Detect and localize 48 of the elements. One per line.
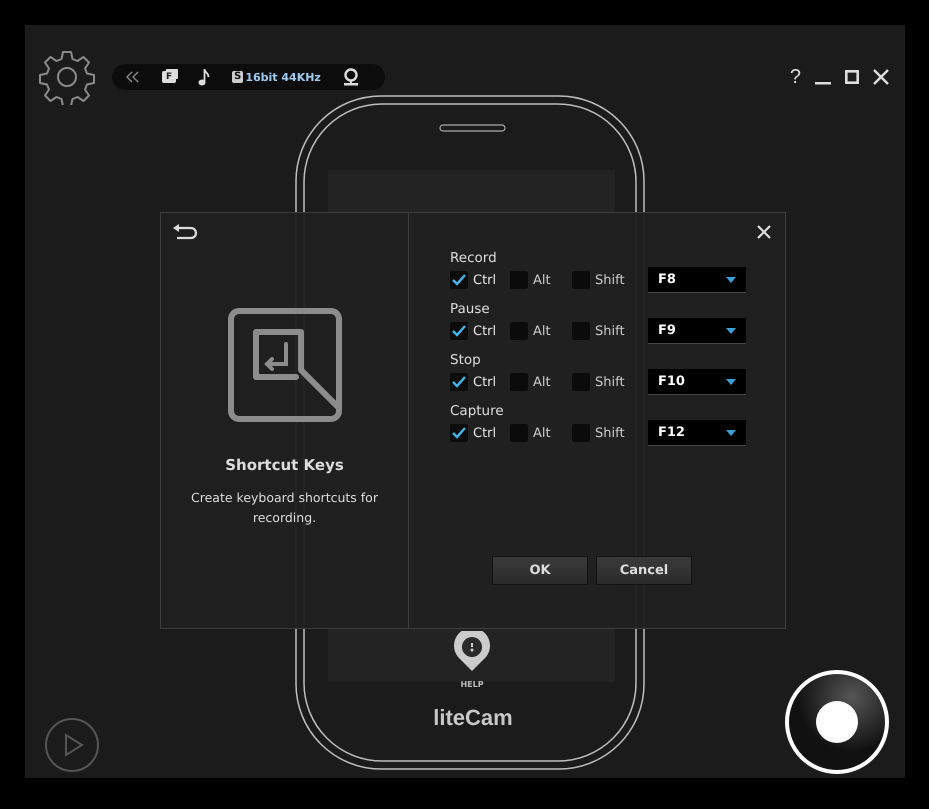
modifier-checkbox[interactable]: Ctrl	[450, 271, 510, 289]
record-button[interactable]	[784, 669, 890, 775]
collapse-icon[interactable]	[126, 71, 140, 83]
help-button[interactable]: ?	[790, 66, 801, 88]
checkmark-icon	[452, 274, 466, 286]
modifier-checkbox[interactable]: Shift	[572, 373, 634, 391]
key-dropdown[interactable]: F8	[648, 267, 746, 293]
modifier-checkbox[interactable]: Ctrl	[450, 424, 510, 442]
settings-icon[interactable]	[39, 49, 95, 105]
modifier-checkbox[interactable]: Shift	[572, 271, 634, 289]
shortcut-label: Record	[450, 249, 498, 267]
modifier-checkbox[interactable]: Alt	[510, 424, 572, 442]
modifier-checkbox[interactable]: Alt	[510, 322, 572, 340]
checkmark-icon	[452, 376, 466, 388]
key-dropdown[interactable]: F9	[648, 318, 746, 344]
modifier-checkbox[interactable]: Alt	[510, 271, 572, 289]
dialog-title: Shortcut Keys	[225, 456, 344, 474]
screen-mode-badge[interactable]: F	[162, 71, 176, 83]
shortcut-label: Capture	[450, 402, 505, 420]
checkmark-icon	[452, 325, 466, 337]
webcam-icon[interactable]	[342, 68, 359, 86]
shortcut-label: Pause	[450, 300, 491, 318]
modifier-checkbox[interactable]: Shift	[572, 322, 634, 340]
help-pin-icon[interactable]	[454, 631, 490, 673]
modifier-checkbox[interactable]: Alt	[510, 373, 572, 391]
help-label: HELP	[459, 680, 485, 689]
app-logo: liteCam	[432, 705, 514, 731]
close-icon[interactable]	[757, 225, 771, 239]
modifier-checkbox[interactable]: Ctrl	[450, 322, 510, 340]
key-dropdown[interactable]: F12	[648, 420, 746, 446]
close-icon[interactable]	[873, 69, 889, 85]
cancel-button[interactable]: Cancel	[596, 556, 692, 585]
audio-format-button[interactable]: S 16bit 44KHz	[232, 70, 321, 84]
modifier-checkbox[interactable]: Shift	[572, 424, 634, 442]
caret-icon	[726, 328, 736, 334]
dialog-description: Create keyboard shortcuts for recording.	[190, 489, 379, 527]
key-dropdown[interactable]: F10	[648, 369, 746, 395]
keyboard-key-icon	[228, 308, 342, 422]
caret-icon	[726, 276, 736, 282]
checkmark-icon	[452, 427, 466, 439]
maximize-icon[interactable]	[845, 70, 859, 84]
ok-button[interactable]: OK	[492, 556, 588, 585]
caret-icon	[726, 430, 736, 436]
modifier-checkbox[interactable]: Ctrl	[450, 373, 510, 391]
back-icon[interactable]	[173, 224, 199, 240]
shortcut-label: Stop	[450, 351, 482, 369]
music-note-icon[interactable]	[198, 68, 210, 86]
caret-icon	[726, 378, 736, 384]
